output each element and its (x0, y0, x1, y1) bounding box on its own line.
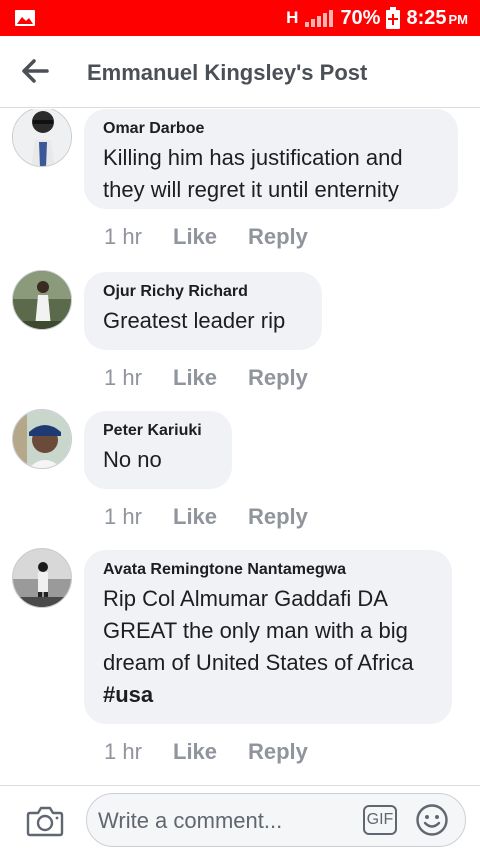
like-button[interactable]: Like (173, 224, 248, 250)
post-header: Emmanuel Kingsley's Post (0, 36, 480, 108)
like-button[interactable]: Like (173, 365, 248, 391)
comment-time: 1 hr (104, 504, 142, 529)
page-title: Emmanuel Kingsley's Post (87, 60, 368, 85)
battery-icon (386, 7, 401, 29)
commenter-name[interactable]: Peter Kariuki (103, 421, 212, 441)
comment-time: 1 hr (104, 365, 142, 390)
comment-time: 1 hr (104, 224, 142, 249)
like-button[interactable]: Like (173, 739, 248, 765)
status-bar: H 70% 8:25 PM (0, 0, 480, 36)
comment-composer: Write a comment... GIF (0, 785, 480, 854)
clock: 8:25 PM (406, 6, 468, 29)
comment-input[interactable]: Write a comment... GIF (86, 793, 466, 847)
emoji-icon[interactable] (415, 803, 449, 837)
comment-bubble[interactable]: Omar Darboe Killing him has justificatio… (84, 109, 458, 209)
avatar[interactable] (12, 409, 72, 469)
comment-actions: 1 hr Like Reply (104, 739, 308, 765)
commenter-name[interactable]: Omar Darboe (103, 119, 438, 139)
camera-icon[interactable] (26, 805, 64, 837)
comment-time: 1 hr (104, 739, 142, 764)
signal-icon (305, 10, 334, 27)
comment-actions: 1 hr Like Reply (104, 504, 308, 530)
comment-text: Rip Col Almumar Gaddafi DA GREAT the onl… (103, 586, 414, 707)
comment-actions: 1 hr Like Reply (104, 224, 308, 250)
commenter-name[interactable]: Avata Remingtone Nantamegwa (103, 560, 432, 580)
reply-button[interactable]: Reply (248, 739, 308, 765)
avatar[interactable] (12, 270, 72, 330)
comment-text: No no (103, 447, 162, 472)
battery-percent: 70% (340, 6, 381, 29)
comment-bubble[interactable]: Avata Remingtone Nantamegwa Rip Col Almu… (84, 550, 452, 724)
comment-list[interactable]: Omar Darboe Killing him has justificatio… (0, 109, 480, 785)
comment-input-placeholder[interactable]: Write a comment... (98, 808, 282, 834)
avatar[interactable] (12, 548, 72, 608)
hashtag-link[interactable]: #usa (103, 682, 153, 707)
like-button[interactable]: Like (173, 504, 248, 530)
comment-bubble[interactable]: Ojur Richy Richard Greatest leader rip (84, 272, 322, 350)
gif-icon[interactable]: GIF (363, 805, 397, 835)
commenter-name[interactable]: Ojur Richy Richard (103, 282, 302, 302)
comment-actions: 1 hr Like Reply (104, 365, 308, 391)
reply-button[interactable]: Reply (248, 365, 308, 391)
reply-button[interactable]: Reply (248, 504, 308, 530)
image-icon (15, 10, 35, 26)
reply-button[interactable]: Reply (248, 224, 308, 250)
comment-text: Greatest leader rip (103, 308, 286, 333)
comment-text: Killing him has justification and they w… (103, 145, 403, 202)
comment-bubble[interactable]: Peter Kariuki No no (84, 411, 232, 489)
back-arrow-icon[interactable] (20, 58, 50, 84)
network-type: H (286, 8, 299, 27)
avatar[interactable] (12, 109, 72, 167)
